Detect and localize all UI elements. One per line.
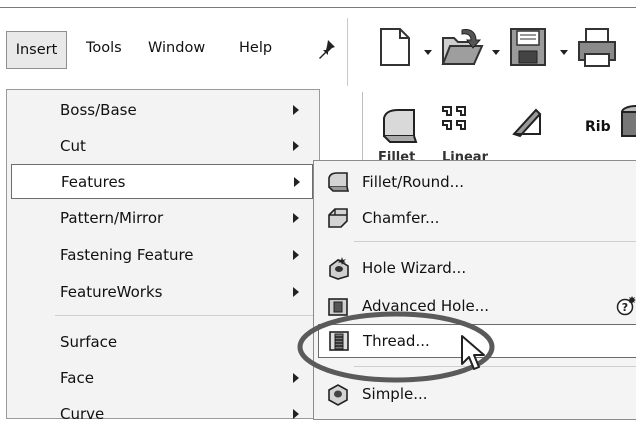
menu-item-curve[interactable]: Curve [7,396,319,431]
submenu-arrow-icon [293,140,299,151]
new-dropdown-caret[interactable] [424,50,432,55]
submenu-arrow-icon [294,176,300,187]
menu-window[interactable]: Window [148,40,205,56]
top-border [0,7,636,8]
hole-wizard-icon [329,257,349,280]
menu-item-fastening-feature[interactable]: Fastening Feature [7,237,319,272]
simple-hole-icon [328,384,348,406]
menu-item-label: Features [61,172,126,191]
submenu-arrow-icon [293,286,299,297]
submenu-arrow-icon [293,249,299,260]
submenu-arrow-icon [293,372,299,383]
svg-text:?: ? [622,301,628,314]
menu-item-label: FeatureWorks [60,282,163,301]
submenu-arrow-icon [293,212,299,223]
help-icon[interactable]: ? [616,296,636,316]
save-icon[interactable] [508,26,548,68]
menu-bar: Insert Tools Window Help [0,18,350,86]
submenu-item-advanced-hole[interactable]: Advanced Hole... ? [314,289,636,323]
submenu-item-label: Simple... [362,385,428,403]
insert-menu: Boss/Base Cut Features Pattern/Mirror Fa… [6,89,320,423]
menu-item-label: Cut [60,136,86,155]
submenu-divider [354,241,636,242]
menu-item-face[interactable]: Face [7,360,319,395]
submenu-item-chamfer[interactable]: Chamfer... [314,201,636,235]
menubar-separator [347,18,348,86]
submenu-item-hole-wizard[interactable]: Hole Wizard... [314,251,636,285]
menu-item-surface[interactable]: Surface [7,324,319,359]
print-icon[interactable] [576,26,616,68]
fillet-tool-icon[interactable] [380,106,418,146]
menu-item-cut[interactable]: Cut [7,128,319,163]
menu-item-label: Surface [60,332,118,351]
menu-item-featureworks[interactable]: FeatureWorks [7,274,319,309]
menu-tools[interactable]: Tools [86,40,122,56]
submenu-divider [354,366,636,367]
submenu-item-label: Thread... [363,332,430,350]
submenu-arrow-icon [293,408,299,419]
rib-tool-icon[interactable] [510,106,544,138]
submenu-arrow-icon [293,104,299,115]
open-folder-icon[interactable] [440,26,484,68]
standard-toolbar [368,18,636,86]
advanced-hole-icon [328,298,348,316]
new-document-icon[interactable] [378,26,412,68]
menu-item-pattern-mirror[interactable]: Pattern/Mirror [7,200,319,235]
menu-item-features[interactable]: Features [11,164,313,199]
linear-pattern-tool-icon[interactable] [440,104,470,136]
menu-item-label: Curve [60,404,105,423]
features-toolbar-separator [362,92,363,162]
pin-icon[interactable] [315,38,337,60]
menu-item-label: Pattern/Mirror [60,208,164,227]
thread-icon [329,331,349,351]
wrap-tool-icon[interactable] [618,104,636,142]
menu-item-boss-base[interactable]: Boss/Base [7,92,319,127]
menu-insert-label: Insert [15,42,58,58]
menu-divider [55,315,317,316]
features-submenu: Fillet/Round... Chamfer... Hole Wizard..… [313,160,636,420]
menu-insert[interactable]: Insert [6,31,67,69]
fillet-icon [328,172,350,192]
submenu-item-label: Advanced Hole... [362,297,490,315]
open-dropdown-caret[interactable] [492,50,500,55]
submenu-item-thread[interactable]: Thread... [318,324,636,358]
chamfer-icon [328,208,348,228]
submenu-item-label: Chamfer... [362,209,440,227]
menu-help[interactable]: Help [239,40,272,56]
submenu-item-label: Hole Wizard... [362,259,467,277]
submenu-item-simple[interactable]: Simple... [314,377,636,411]
menu-item-label: Fastening Feature [60,245,194,264]
menu-item-label: Face [60,368,94,387]
menu-item-label: Boss/Base [60,100,137,119]
save-dropdown-caret[interactable] [560,50,568,55]
submenu-item-fillet-round[interactable]: Fillet/Round... [314,165,636,199]
submenu-item-label: Fillet/Round... [362,173,464,191]
rib-tool-label: Rib [585,119,611,135]
